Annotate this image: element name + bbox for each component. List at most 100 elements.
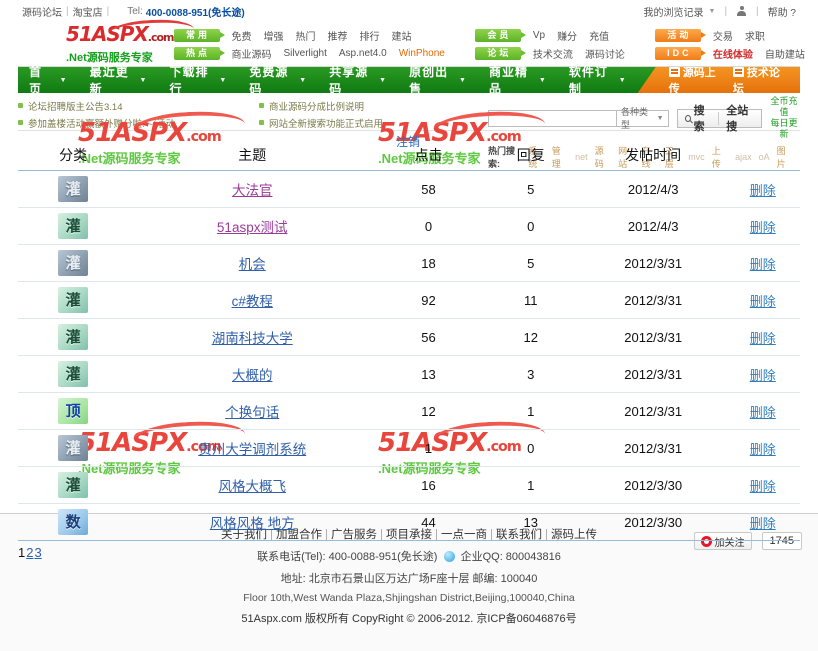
delete-link[interactable]: 删除 (750, 479, 776, 494)
nav-original-sale[interactable]: 原创出售 ▼ (398, 65, 478, 96)
site-logo[interactable]: 51ASPX.com .Net源码服务专家 (22, 17, 195, 65)
nav-upload-source[interactable]: 源码上传 (668, 67, 719, 93)
link-taobao-shop[interactable]: 淘宝店 (73, 4, 103, 19)
page-link[interactable]: 3 (34, 545, 41, 560)
quicknav-link-silverlight[interactable]: Silverlight (284, 48, 327, 59)
cell-replies: 13 (480, 503, 581, 541)
cell-category: 灌 (18, 207, 129, 245)
bullet-icon (258, 120, 264, 125)
quicknav-tag-idc[interactable]: IDC (654, 46, 706, 60)
cell-hits: 58 (376, 170, 481, 208)
quicknav-tag-hotspot[interactable]: 热点 (173, 46, 225, 60)
topic-link[interactable]: 个换句话 (225, 405, 279, 420)
footer-copyright: 51Aspx.com 版权所有 CopyRight © 2006-2012. 京… (241, 613, 577, 625)
nav-free-source[interactable]: 免费源码 ▼ (238, 65, 318, 96)
topic-link[interactable]: 51aspx测试 (217, 220, 288, 235)
quicknav-tag-activity[interactable]: 活动 (654, 28, 706, 42)
notice-text: 商业源码分成比例说明 (268, 101, 364, 113)
quicknav-link-winphone[interactable]: WinPhone (399, 48, 445, 59)
table-body: 灌 大法官 58 5 2012/4/3 删除 灌 51aspx测试 0 0 20… (18, 170, 800, 541)
nav-software-custom[interactable]: 软件订制 ▼ (558, 65, 638, 96)
delete-link[interactable]: 删除 (750, 294, 776, 309)
search-type-label: 各种类型 (620, 107, 648, 130)
topic-link[interactable]: 风格大概飞 (218, 479, 286, 494)
quicknav-link-aspnet4[interactable]: Asp.net4.0 (339, 48, 387, 59)
promo-text[interactable]: 全币充值 每日更新 (768, 96, 800, 140)
notice-item[interactable]: 网站全新搜索功能正式启用 (258, 115, 488, 130)
quicknav-link-commercial[interactable]: 商业源码 (232, 46, 272, 61)
delete-link[interactable]: 删除 (750, 257, 776, 272)
nav-home[interactable]: 首 页 ▼ (18, 65, 79, 96)
quicknav-tag-member[interactable]: 会员 (474, 28, 526, 42)
topic-link[interactable]: c#教程 (232, 294, 273, 309)
site-search-button[interactable]: 全站搜 (719, 102, 761, 134)
user-icon[interactable] (736, 5, 747, 17)
cell-date: 2012/3/31 (580, 281, 726, 319)
cell-replies: 1 (480, 392, 581, 430)
quicknav-link-enhanced[interactable]: 增强 (264, 28, 284, 43)
cell-date: 2012/4/3 (580, 170, 726, 208)
delete-link[interactable]: 删除 (750, 331, 776, 346)
link-help[interactable]: 帮助 ? (768, 4, 796, 19)
topic-link[interactable]: 机会 (239, 257, 266, 272)
quicknav-link-jobs[interactable]: 求职 (745, 28, 765, 43)
notice-item[interactable]: 参加盖楼活动赢额外赠分啦! ~(活动 (18, 115, 247, 130)
quicknav-link-recharge[interactable]: 充值 (589, 28, 609, 43)
search-button[interactable]: 搜索 (678, 102, 719, 134)
quicknav-link-trade[interactable]: 交易 (713, 28, 733, 43)
link-browse-history[interactable]: 我的浏览记录 (644, 4, 704, 19)
topic-link[interactable]: 贵州大学调剂系统 (198, 442, 306, 457)
cell-category: 灌 (18, 429, 129, 467)
quicknav-link-techexchange[interactable]: 技术交流 (533, 46, 573, 61)
table-row: 灌 大概的 13 3 2012/3/31 删除 (18, 355, 800, 393)
table-row: 灌 湖南科技大学 56 12 2012/3/31 删除 (18, 318, 800, 356)
quicknav-link-earnpoints[interactable]: 赚分 (557, 28, 577, 43)
page-link[interactable]: 2 (26, 545, 33, 560)
topic-link[interactable]: 湖南科技大学 (212, 331, 293, 346)
delete-link[interactable]: 删除 (750, 183, 776, 198)
chevron-down-icon[interactable]: ▼ (709, 8, 716, 15)
cell-action: 删除 (725, 281, 800, 319)
cell-category: 灌 (18, 318, 129, 356)
quicknav-link-selfbuild[interactable]: 自助建站 (765, 46, 805, 61)
search-input[interactable] (487, 109, 616, 127)
cell-date: 2012/3/30 (580, 503, 726, 541)
search-type-select[interactable]: 各种类型 ▼ (615, 107, 669, 130)
delete-link[interactable]: 删除 (750, 516, 776, 531)
quicknav-link-free[interactable]: 免费 (232, 28, 252, 43)
nav-tech-forum[interactable]: 技术论坛 (732, 67, 783, 93)
link-forum[interactable]: 源码论坛 (22, 4, 62, 19)
nav-shared-source[interactable]: 共享源码 ▼ (318, 65, 398, 96)
nav-commercial-premium[interactable]: 商业精品 ▼ (478, 65, 558, 96)
topic-link[interactable]: 风格风格 地方 (210, 516, 295, 531)
chevron-down-icon: ▼ (139, 76, 148, 84)
quicknav-link-rank[interactable]: 排行 (360, 28, 380, 43)
cell-replies: 5 (480, 170, 581, 208)
table-row: 顶 个换句话 12 1 2012/3/31 删除 (18, 392, 800, 430)
quicknav-link-vip[interactable]: Vp (533, 30, 545, 41)
quicknav-link-recommend[interactable]: 推荐 (328, 28, 348, 43)
topic-link[interactable]: 大概的 (232, 368, 273, 383)
quicknav-tag-common[interactable]: 常用 (173, 28, 225, 42)
delete-link[interactable]: 删除 (750, 220, 776, 235)
quicknav-link-sourcediscuss[interactable]: 源码讨论 (585, 46, 625, 61)
topic-link[interactable]: 大法官 (232, 183, 273, 198)
quicknav-link-buildsite[interactable]: 建站 (392, 28, 412, 43)
topbar-separator: | (66, 5, 69, 17)
notice-item[interactable]: 论坛招聘版主公告3.14 (18, 98, 247, 113)
nav-free-source-label: 免费源码 (249, 65, 289, 96)
delete-link[interactable]: 删除 (750, 442, 776, 457)
quicknav-link-onlineexperience[interactable]: 在线体验 (713, 46, 753, 61)
delete-link[interactable]: 删除 (750, 368, 776, 383)
topbar-right-group: 我的浏览记录 ▼ | | 帮助 ? (644, 4, 796, 19)
quicknav-link-hot[interactable]: 热门 (296, 28, 316, 43)
notice-item[interactable]: 商业源码分成比例说明 (258, 98, 488, 113)
delete-link[interactable]: 删除 (750, 405, 776, 420)
cell-category: 灌 (18, 244, 129, 282)
cell-replies: 0 (480, 207, 581, 245)
logout-link[interactable]: 注销 (396, 133, 420, 150)
quicknav-tag-forum[interactable]: 论坛 (474, 46, 526, 60)
nav-download-rank[interactable]: 下载排行 ▼ (158, 65, 238, 96)
nav-recent-updates[interactable]: 最近更新 ▼ (79, 65, 159, 96)
chevron-down-icon: ▼ (379, 76, 388, 84)
